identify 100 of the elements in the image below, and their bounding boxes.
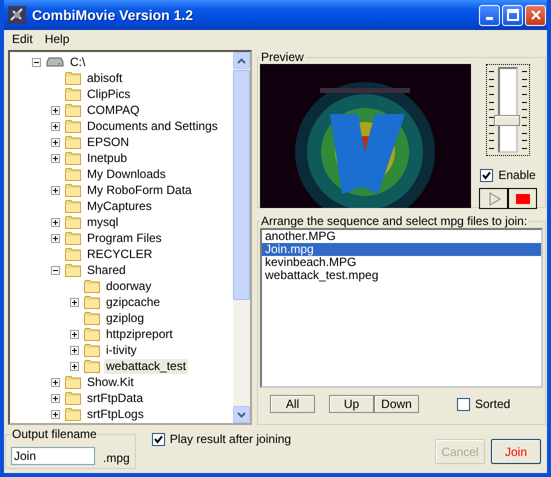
filename-field[interactable]: Join <box>11 447 95 465</box>
folder-icon <box>65 120 81 132</box>
tree-item[interactable]: mysql <box>85 214 120 230</box>
expander-icon[interactable] <box>51 234 60 242</box>
file-item[interactable]: Join.mpg <box>262 243 541 256</box>
tree-item[interactable]: Shared <box>85 262 128 278</box>
list-button[interactable]: Up <box>329 395 374 413</box>
expander-icon[interactable] <box>51 186 60 194</box>
tree-item[interactable]: Inetpub <box>85 150 130 166</box>
expander-icon[interactable] <box>70 298 79 306</box>
file-item[interactable]: webattack_test.mpeg <box>262 269 541 282</box>
menu-item[interactable]: Edit <box>6 32 39 46</box>
tree-item[interactable]: Program Files <box>85 230 164 246</box>
folder-icon <box>84 328 100 340</box>
scroll-down-button[interactable] <box>233 406 250 423</box>
folder-icon <box>84 312 100 324</box>
folder-icon <box>65 232 81 244</box>
folder-icon <box>65 72 81 84</box>
file-item[interactable]: kevinbeach.MPG <box>262 256 541 269</box>
slider-thumb[interactable] <box>494 114 520 126</box>
folder-icon <box>65 392 81 404</box>
group-title: Output filename <box>11 427 98 441</box>
expander-icon[interactable] <box>51 378 60 386</box>
folder-icon <box>84 280 100 292</box>
folder-icon <box>65 168 81 180</box>
tree-item[interactable]: srtFtpLogs <box>85 406 146 422</box>
expander-icon[interactable] <box>32 58 41 66</box>
folder-icon <box>65 104 81 116</box>
app-icon <box>8 6 26 24</box>
folder-icon <box>65 264 81 276</box>
tree-item[interactable]: httpzipreport <box>104 326 175 342</box>
folder-icon <box>65 200 81 212</box>
expander-icon[interactable] <box>51 218 60 226</box>
folder-icon <box>65 248 81 260</box>
checkbox-label: Enable <box>498 168 536 182</box>
play-button[interactable] <box>479 188 508 209</box>
expander-icon[interactable] <box>70 362 79 370</box>
maximize-icon <box>506 9 518 21</box>
chevron-up-icon <box>237 58 246 64</box>
tree-item[interactable]: My Downloads <box>85 166 168 182</box>
expander-icon[interactable] <box>51 394 60 402</box>
tree-item[interactable]: Documents and Settings <box>85 118 220 134</box>
folder-icon <box>65 88 81 100</box>
list-button[interactable]: All <box>270 395 315 413</box>
expander-icon[interactable] <box>51 154 60 162</box>
maximize-button[interactable] <box>502 4 523 26</box>
checkbox-label: Play result after joining <box>170 432 292 446</box>
play-checkbox[interactable] <box>152 432 165 446</box>
scrollbar-thumb[interactable] <box>233 70 250 300</box>
minimize-button[interactable] <box>479 4 500 26</box>
minimize-icon <box>486 16 493 20</box>
tree-item[interactable]: i-tivity <box>104 342 139 358</box>
tree-item[interactable]: webattack_test <box>104 358 188 374</box>
file-item[interactable]: another.MPG <box>262 230 541 243</box>
folder-icon <box>65 216 81 228</box>
folder-icon <box>65 152 81 164</box>
expander-icon[interactable] <box>51 106 60 114</box>
window-title: CombiMovie Version 1.2 <box>32 7 194 23</box>
scroll-up-button[interactable] <box>233 52 250 69</box>
tree-item[interactable]: COMPAQ <box>85 102 142 118</box>
group-title: Preview <box>260 50 305 64</box>
expander-icon[interactable] <box>51 138 60 146</box>
folder-icon <box>84 360 100 372</box>
tree-item[interactable]: doorway <box>104 278 154 294</box>
tree-item[interactable]: EPSON <box>85 134 132 150</box>
folder-icon <box>65 408 81 420</box>
sorted-checkbox[interactable] <box>457 398 470 410</box>
folder-icon <box>84 344 100 356</box>
drive-icon <box>46 57 64 67</box>
expander-icon[interactable] <box>51 266 60 274</box>
folder-icon <box>84 296 100 308</box>
volume-slider[interactable] <box>486 64 530 156</box>
list-button[interactable]: Down <box>374 395 419 413</box>
folder-icon <box>65 136 81 148</box>
tree-item[interactable]: Show.Kit <box>85 374 136 390</box>
group-title: Arrange the sequence and select mpg files to join: <box>260 214 528 228</box>
expander-icon[interactable] <box>70 330 79 338</box>
extension-label: .mpg <box>103 451 130 465</box>
expander-icon[interactable] <box>51 410 60 418</box>
tree-item[interactable]: gzipcache <box>104 294 162 310</box>
folder-icon <box>65 376 81 388</box>
stop-button[interactable] <box>508 188 537 209</box>
tree-item[interactable]: ClipPics <box>85 86 132 102</box>
tree-item[interactable]: RECYCLER <box>85 246 154 262</box>
menu-item[interactable]: Help <box>38 32 76 46</box>
tree-item[interactable]: My RoboForm Data <box>85 182 194 198</box>
tree-item[interactable]: C:\ <box>68 54 88 70</box>
close-icon <box>530 9 542 21</box>
tree-item[interactable]: MyCaptures <box>85 198 154 214</box>
tree-item[interactable]: gziplog <box>104 310 146 326</box>
tree-item[interactable]: abisoft <box>85 70 124 86</box>
enable-checkbox[interactable] <box>480 168 494 182</box>
tree-item[interactable]: srtFtpData <box>85 390 146 406</box>
play-icon <box>486 192 500 206</box>
close-button[interactable] <box>525 4 546 26</box>
expander-icon[interactable] <box>51 122 60 130</box>
checkbox-label: Sorted <box>475 397 510 411</box>
folder-icon <box>65 184 81 196</box>
stop-icon <box>516 194 530 204</box>
expander-icon[interactable] <box>70 346 79 354</box>
